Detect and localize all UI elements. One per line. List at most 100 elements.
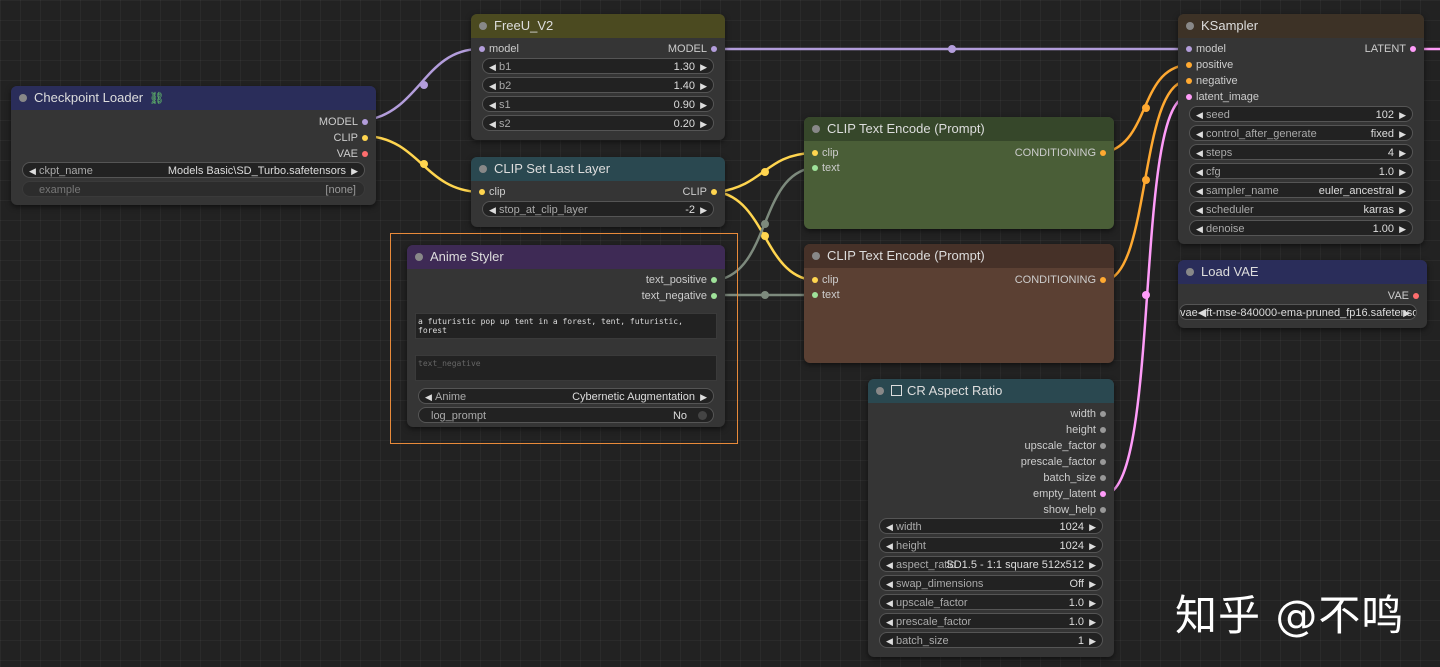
slot-dot[interactable] [711, 293, 717, 299]
output-empty-latent[interactable]: empty_latent [1033, 486, 1106, 502]
arrow-left-icon[interactable]: ◀ [489, 116, 496, 130]
output-batch-size[interactable]: batch_size [1043, 470, 1106, 486]
slot-dot[interactable] [1100, 443, 1106, 449]
output-show-help[interactable]: show_help [1043, 502, 1106, 518]
b2-widget[interactable]: ◀ b2 1.40 ▶ [482, 77, 714, 93]
node-title-bar[interactable]: Load VAE [1178, 260, 1427, 284]
slot-dot[interactable] [1100, 491, 1106, 497]
arrow-right-icon[interactable]: ▶ [1399, 221, 1406, 235]
upscale-factor-widget[interactable]: ◀ upscale_factor 1.0 ▶ [879, 594, 1103, 610]
arrow-left-icon[interactable]: ◀ [1196, 107, 1203, 121]
input-latent-image[interactable]: latent_image [1186, 89, 1259, 105]
slot-dot[interactable] [812, 165, 818, 171]
slot-dot[interactable] [362, 119, 368, 125]
arrow-left-icon[interactable]: ◀ [489, 97, 496, 111]
input-model[interactable]: model [1186, 41, 1226, 57]
output-text-positive[interactable]: text_positive [646, 272, 717, 288]
node-title-bar[interactable]: CLIP Set Last Layer [471, 157, 725, 181]
arrow-right-icon[interactable]: ▶ [1089, 614, 1096, 628]
output-latent[interactable]: LATENT [1365, 41, 1416, 57]
input-model[interactable]: model [479, 41, 519, 57]
output-width[interactable]: width [1070, 406, 1106, 422]
arrow-left-icon[interactable]: ◀ [1196, 145, 1203, 159]
arrow-right-icon[interactable]: ▶ [1399, 145, 1406, 159]
clip-text-encode-negative-node[interactable]: CLIP Text Encode (Prompt) clip text COND… [804, 244, 1114, 363]
arrow-left-icon[interactable]: ◀ [1196, 221, 1203, 235]
arrow-right-icon[interactable]: ▶ [1089, 538, 1096, 552]
slot-dot[interactable] [1186, 94, 1192, 100]
output-clip[interactable]: CLIP [683, 184, 717, 200]
arrow-right-icon[interactable]: ▶ [1089, 557, 1096, 571]
arrow-left-icon[interactable]: ◀ [29, 163, 36, 177]
arrow-right-icon[interactable]: ▶ [1399, 183, 1406, 197]
output-vae[interactable]: VAE [1388, 288, 1419, 304]
slot-dot[interactable] [1100, 277, 1106, 283]
negative-textarea[interactable]: text_negative [415, 355, 717, 381]
slot-dot[interactable] [812, 292, 818, 298]
node-title-bar[interactable]: Anime Styler [407, 245, 725, 269]
log-prompt-toggle[interactable]: log_prompt No [418, 407, 714, 423]
arrow-right-icon[interactable]: ▶ [700, 59, 707, 73]
cfg-widget[interactable]: ◀ cfg 1.0 ▶ [1189, 163, 1413, 179]
arrow-right-icon[interactable]: ▶ [700, 389, 707, 403]
arrow-right-icon[interactable]: ▶ [700, 202, 707, 216]
slot-dot[interactable] [1186, 78, 1192, 84]
arrow-left-icon[interactable]: ◀ [886, 519, 893, 533]
output-prescale-factor[interactable]: prescale_factor [1021, 454, 1106, 470]
clip-text-encode-positive-node[interactable]: CLIP Text Encode (Prompt) clip text COND… [804, 117, 1114, 229]
arrow-left-icon[interactable]: ◀ [425, 389, 432, 403]
slot-dot[interactable] [1410, 46, 1416, 52]
anime-style-combo[interactable]: ◀ Anime Cybernetic Augmentation ▶ [418, 388, 714, 404]
arrow-left-icon[interactable]: ◀ [886, 576, 893, 590]
steps-widget[interactable]: ◀ steps 4 ▶ [1189, 144, 1413, 160]
clip-set-last-layer-node[interactable]: CLIP Set Last Layer clip CLIP ◀ stop_at_c… [471, 157, 725, 227]
ckpt-name-combo[interactable]: ◀ ckpt_name Models Basic\SD_Turbo.safete… [22, 162, 365, 178]
output-vae[interactable]: VAE [337, 146, 368, 162]
slot-dot[interactable] [1100, 411, 1106, 417]
node-title-bar[interactable]: KSampler [1178, 14, 1424, 38]
arrow-left-icon[interactable]: ◀ [886, 557, 893, 571]
arrow-left-icon[interactable]: ◀ [1196, 202, 1203, 216]
stop-at-clip-layer-widget[interactable]: ◀ stop_at_clip_layer -2 ▶ [482, 201, 714, 217]
toggle-knob[interactable] [698, 411, 707, 420]
arrow-left-icon[interactable]: ◀ [1196, 126, 1203, 140]
slot-dot[interactable] [812, 150, 818, 156]
arrow-left-icon[interactable]: ◀ [886, 538, 893, 552]
output-upscale-factor[interactable]: upscale_factor [1024, 438, 1106, 454]
arrow-right-icon[interactable]: ▶ [1089, 576, 1096, 590]
slot-dot[interactable] [1100, 150, 1106, 156]
output-conditioning[interactable]: CONDITIONING [1015, 272, 1106, 288]
slot-dot[interactable] [1100, 427, 1106, 433]
input-negative[interactable]: negative [1186, 73, 1238, 89]
arrow-left-icon[interactable]: ◀ [489, 59, 496, 73]
arrow-left-icon[interactable]: ◀ [886, 614, 893, 628]
scheduler-widget[interactable]: ◀ scheduler karras ▶ [1189, 201, 1413, 217]
slot-dot[interactable] [711, 189, 717, 195]
width-widget[interactable]: ◀ width 1024 ▶ [879, 518, 1103, 534]
b1-widget[interactable]: ◀ b1 1.30 ▶ [482, 58, 714, 74]
swap-dimensions-widget[interactable]: ◀ swap_dimensions Off ▶ [879, 575, 1103, 591]
load-vae-node[interactable]: Load VAE VAE vae◀ft-mse-840000-ema-prune… [1178, 260, 1427, 328]
arrow-right-icon[interactable]: ▶ [1399, 126, 1406, 140]
arrow-left-icon[interactable]: ◀ [489, 78, 496, 92]
node-title-bar[interactable]: CLIP Text Encode (Prompt) [804, 244, 1114, 268]
slot-dot[interactable] [812, 277, 818, 283]
prescale-factor-widget[interactable]: ◀ prescale_factor 1.0 ▶ [879, 613, 1103, 629]
arrow-right-icon[interactable]: ▶ [1089, 519, 1096, 533]
input-clip[interactable]: clip [812, 272, 839, 288]
input-clip[interactable]: clip [812, 145, 839, 161]
slot-dot[interactable] [1100, 507, 1106, 513]
arrow-left-icon[interactable]: ◀ [489, 202, 496, 216]
arrow-right-icon[interactable]: ▶ [700, 97, 707, 111]
slot-dot[interactable] [1413, 293, 1419, 299]
arrow-right-icon[interactable]: ▶ [1403, 305, 1410, 319]
slot-dot[interactable] [362, 151, 368, 157]
aspect-ratio-widget[interactable]: ◀ aspect_ratio SD1.5 - 1:1 square 512x512 ▶ [879, 556, 1103, 572]
arrow-right-icon[interactable]: ▶ [700, 78, 707, 92]
arrow-left-icon[interactable]: ◀ [1196, 183, 1203, 197]
slot-dot[interactable] [479, 189, 485, 195]
arrow-right-icon[interactable]: ▶ [1399, 107, 1406, 121]
s2-widget[interactable]: ◀ s2 0.20 ▶ [482, 115, 714, 131]
arrow-left-icon[interactable]: ◀ [1196, 164, 1203, 178]
input-text[interactable]: text [812, 160, 840, 176]
